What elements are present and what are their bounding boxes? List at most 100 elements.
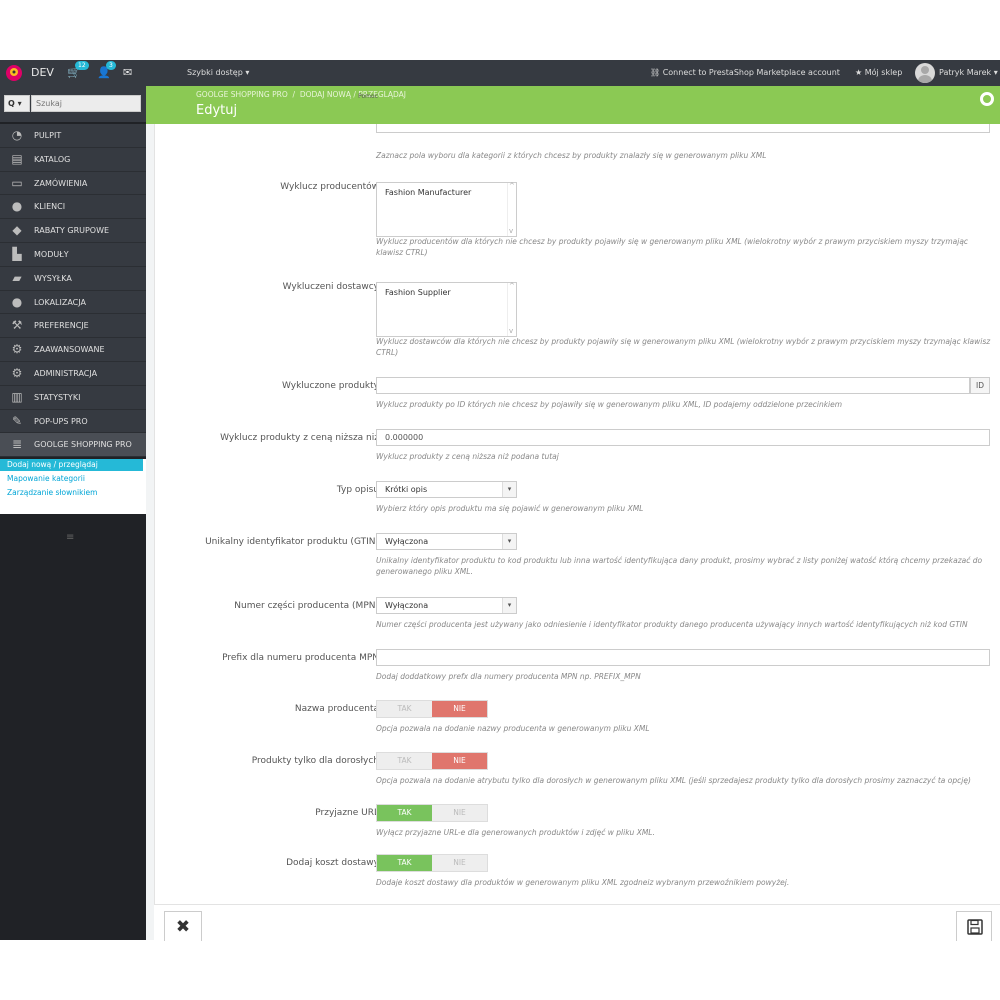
select-value: Krótki opis	[385, 485, 428, 494]
credit-card-icon: ▭	[11, 175, 23, 190]
marketplace-label: Connect to PrestaShop Marketplace accoun…	[662, 68, 840, 77]
submenu-item-add[interactable]: Dodaj nową / przeglądaj	[0, 459, 143, 471]
sidebar-item-label: MODUŁY	[34, 249, 69, 259]
quick-access-menu[interactable]: Szybki dostęp ▾	[187, 68, 249, 77]
sidebar-item-klienci[interactable]: ● KLIENCI	[0, 195, 146, 220]
exclude-suppliers-help: Wyklucz dostawców dla których nie chcesz…	[376, 337, 991, 357]
toggle-no[interactable]: NIE	[432, 805, 487, 821]
main-content: Zaznacz pola wyboru dla kategorii z któr…	[146, 124, 1000, 941]
marketplace-link[interactable]: ⛓ Connect to PrestaShop Marketplace acco…	[650, 68, 840, 77]
dashboard-icon: ◔	[11, 128, 23, 142]
exclude-manufacturers-label: Wyklucz producentów	[280, 182, 379, 192]
help-button[interactable]: Pomoc	[358, 92, 1000, 109]
prestashop-logo-icon[interactable]	[6, 65, 22, 81]
select-option[interactable]: Fashion Supplier	[385, 288, 451, 297]
toggle-yes[interactable]: TAK	[377, 855, 432, 871]
min-price-input[interactable]: 0.000000	[376, 429, 990, 446]
sidebar-item-zaawansowane[interactable]: ⚙ ZAAWANSOWANE	[0, 338, 146, 362]
chevron-down-icon: ▾	[502, 598, 516, 613]
sidebar-item-label: RABATY GRUPOWE	[34, 226, 110, 236]
gtin-select[interactable]: Wyłączona ▾	[376, 533, 517, 550]
sidebar-item-pulpit[interactable]: ◔ PULPIT	[0, 124, 146, 148]
cancel-button[interactable]: ✖	[164, 911, 202, 941]
select-value: Wyłączona	[385, 601, 429, 610]
life-ring-icon	[980, 92, 994, 106]
toggle-yes[interactable]: TAK	[377, 753, 432, 769]
mpn-prefix-input[interactable]	[376, 649, 990, 666]
page-header: GOOLGE SHOPPING PRO / DODAJ NOWĄ / PRZEG…	[146, 86, 1000, 124]
adult-only-help: Opcja pozwala na dodanie atrybutu tylko …	[376, 776, 971, 785]
submenu-item-category-mapping[interactable]: Mapowanie kategorii	[0, 473, 146, 485]
min-price-label: Wyklucz produkty z ceną niższa niż	[220, 433, 379, 443]
gtin-label: Unikalny identyfikator produktu (GTIN)	[205, 537, 379, 547]
search-icon: Q	[8, 99, 15, 108]
sidebar-item-moduly[interactable]: ▙ MODUŁY	[0, 242, 146, 267]
excluded-products-input[interactable]	[376, 377, 970, 394]
shipping-cost-toggle[interactable]: TAK NIE	[376, 854, 488, 872]
friendly-url-label: Przyjazne URL	[315, 808, 379, 818]
row-manufacturer-name: Nazwa producenta TAK NIE Opcja pozwala n…	[155, 700, 1000, 733]
sidebar-item-google-shopping[interactable]: ≣ GOOLGE SHOPPING PRO	[0, 433, 146, 458]
manufacturer-name-help: Opcja pozwala na dodanie nazwy producent…	[376, 724, 650, 733]
sidebar-item-lokalizacja[interactable]: ● LOKALIZACJA	[0, 290, 146, 315]
description-type-label: Typ opisu	[336, 485, 379, 495]
manufacturer-name-toggle[interactable]: TAK NIE	[376, 700, 488, 718]
sidebar-item-statystyki[interactable]: ▥ STATYSTYKI	[0, 385, 146, 410]
menu-collapse-icon[interactable]: ≡	[66, 532, 74, 543]
id-addon: ID	[970, 377, 990, 394]
sidebar-item-katalog[interactable]: ▤ KATALOG	[0, 147, 146, 172]
breadcrumb-item[interactable]: GOOLGE SHOPPING PRO	[196, 90, 288, 99]
chevron-down-icon: ▾	[502, 482, 516, 497]
scrollbar[interactable]	[507, 182, 516, 236]
wrench-icon: ⚒	[11, 318, 23, 333]
toggle-yes[interactable]: TAK	[377, 701, 432, 717]
sidebar-item-preferencje[interactable]: ⚒ PREFERENCJE	[0, 314, 146, 339]
row-adult-only: Produkty tylko dla dorosłych TAK NIE Opc…	[155, 752, 1000, 785]
toggle-no[interactable]: NIE	[432, 753, 487, 769]
min-price-help: Wyklucz produkty z ceną niższa niż podan…	[376, 452, 559, 461]
adult-only-toggle[interactable]: TAK NIE	[376, 752, 488, 770]
category-tree-box[interactable]	[376, 124, 990, 133]
toggle-no[interactable]: NIE	[432, 855, 487, 871]
select-option[interactable]: Fashion Manufacturer	[385, 188, 471, 197]
toggle-yes[interactable]: TAK	[377, 805, 432, 821]
mpn-select[interactable]: Wyłączona ▾	[376, 597, 517, 614]
search-type-button[interactable]: Q ▾	[4, 95, 30, 112]
exclude-manufacturers-select[interactable]: Fashion Manufacturer	[376, 182, 517, 237]
row-exclude-suppliers: Wykluczeni dostawcy Fashion Supplier Wyk…	[155, 282, 1000, 357]
row-mpn: Numer części producenta (MPN) Wyłączona …	[155, 597, 1000, 629]
sidebar-search: Q ▾	[0, 86, 146, 122]
my-shop-link[interactable]: ★ Mój sklep	[855, 68, 902, 77]
help-label: Pomoc	[358, 93, 378, 100]
breadcrumb-separator: /	[292, 90, 296, 99]
sidebar-item-zamowienia[interactable]: ▭ ZAMÓWIENIA	[0, 171, 146, 196]
shop-name[interactable]: DEV	[31, 66, 54, 79]
save-button[interactable]	[956, 911, 992, 941]
sidebar-item-label: PULPIT	[34, 131, 62, 140]
sidebar-item-label: WYSYŁKA	[34, 273, 72, 283]
description-type-select[interactable]: Krótki opis ▾	[376, 481, 517, 498]
customers-badge: 3	[106, 61, 116, 70]
book-icon: ▤	[11, 151, 23, 166]
sidebar-item-rabaty[interactable]: ◆ RABATY GRUPOWE	[0, 219, 146, 243]
sidebar-item-label: GOOLGE SHOPPING PRO	[34, 440, 132, 450]
sidebar-item-wysylka[interactable]: ▰ WYSYŁKA	[0, 266, 146, 291]
submenu-item-dictionary[interactable]: Zarządzanie słownikiem	[0, 487, 146, 499]
close-icon: ✖	[175, 917, 191, 937]
toggle-no[interactable]: NIE	[432, 701, 487, 717]
users-icon: ●	[11, 199, 23, 214]
database-icon: ≣	[11, 437, 23, 452]
user-menu[interactable]: Patryk Marek ▾	[939, 68, 998, 77]
envelope-icon[interactable]: ✉	[123, 66, 132, 79]
exclude-suppliers-select[interactable]: Fashion Supplier	[376, 282, 517, 337]
friendly-url-toggle[interactable]: TAK NIE	[376, 804, 488, 822]
scrollbar[interactable]	[507, 282, 516, 336]
categories-help: Zaznacz pola wyboru dla kategorii z któr…	[376, 151, 767, 160]
search-input[interactable]	[31, 95, 141, 112]
adult-only-label: Produkty tylko dla dorosłych	[251, 756, 379, 766]
breadcrumb-item[interactable]: DODAJ NOWĄ / PRZEGLĄDAJ	[300, 90, 406, 99]
avatar[interactable]	[915, 63, 935, 83]
my-shop-label: Mój sklep	[864, 68, 903, 77]
sidebar-item-popups[interactable]: ✎ POP-UPS PRO	[0, 409, 146, 434]
sidebar-item-administracja[interactable]: ⚙ ADMINISTRACJA	[0, 361, 146, 386]
